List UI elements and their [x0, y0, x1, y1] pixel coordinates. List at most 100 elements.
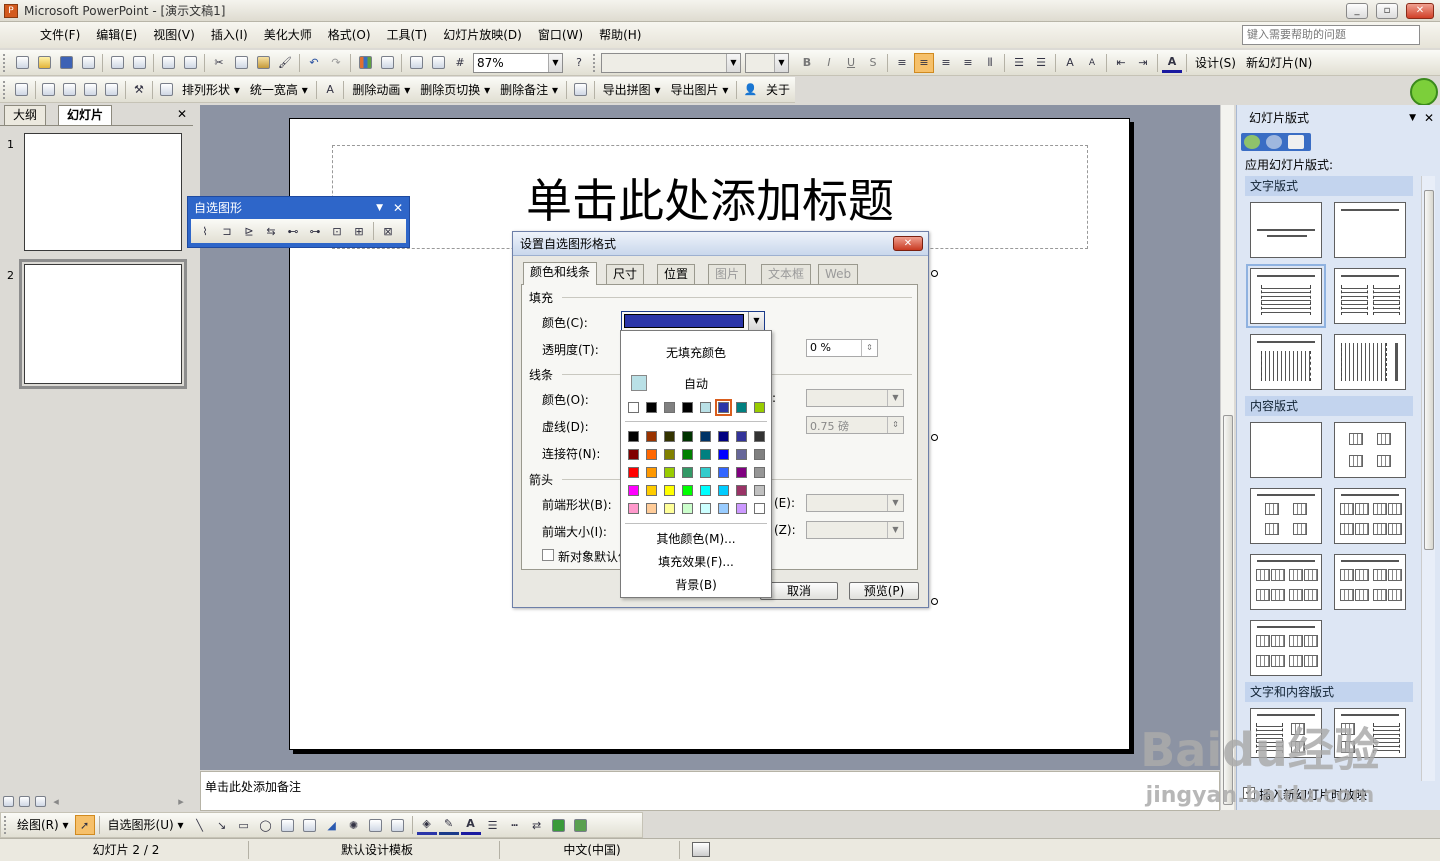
- more-shapes-tool-icon[interactable]: ⊠: [378, 221, 398, 241]
- user-icon[interactable]: 👤: [741, 80, 760, 100]
- color-swatch[interactable]: [664, 503, 675, 514]
- color-swatch[interactable]: [628, 431, 639, 442]
- justify-icon[interactable]: ≡: [958, 53, 978, 73]
- copy-icon[interactable]: [231, 53, 251, 73]
- open-icon[interactable]: [34, 53, 54, 73]
- font-name-select[interactable]: ▼: [601, 52, 741, 73]
- color-swatch[interactable]: [646, 449, 657, 460]
- delete-notes-button[interactable]: 删除备注 ▾: [495, 80, 563, 100]
- action-buttons-tool-icon[interactable]: ⊞: [349, 221, 369, 241]
- menu-slideshow[interactable]: 幻灯片放映(D): [435, 25, 530, 45]
- spelling-status-icon[interactable]: [692, 842, 710, 857]
- new-doc-icon[interactable]: [12, 80, 31, 100]
- tab-textbox[interactable]: 文本框: [761, 264, 812, 284]
- shadow-style-icon[interactable]: [549, 815, 569, 835]
- color-swatch[interactable]: [646, 503, 657, 514]
- print-preview-icon[interactable]: [129, 53, 149, 73]
- menu-beautify[interactable]: 美化大师: [256, 25, 320, 45]
- layout-icon[interactable]: [81, 80, 100, 100]
- permission-icon[interactable]: [78, 53, 98, 73]
- export-icon[interactable]: [571, 80, 590, 100]
- zoom-select[interactable]: 87% ▼: [473, 52, 563, 73]
- line-color-icon[interactable]: ✎: [438, 815, 459, 835]
- window-icon[interactable]: [102, 80, 121, 100]
- line-style-icon[interactable]: ☰: [483, 815, 503, 835]
- decrease-font-icon[interactable]: A: [1082, 53, 1102, 73]
- menu-view[interactable]: 视图(V): [145, 25, 203, 45]
- menu-format[interactable]: 格式(O): [320, 25, 379, 45]
- spinner-icon[interactable]: ⇕: [887, 417, 903, 433]
- color-swatch[interactable]: [646, 485, 657, 496]
- normal-view-icon[interactable]: [1, 791, 15, 811]
- chevron-down-icon[interactable]: ▼: [774, 53, 788, 72]
- color-swatch[interactable]: [718, 503, 729, 514]
- autoshapes-menu-button[interactable]: 自选图形(U) ▾: [103, 815, 189, 835]
- color-swatch[interactable]: [754, 467, 765, 478]
- lines-tool-icon[interactable]: ⌇: [195, 221, 215, 241]
- menu-edit[interactable]: 编辑(E): [88, 25, 145, 45]
- color-swatch[interactable]: [664, 449, 675, 460]
- tab-picture[interactable]: 图片: [708, 264, 747, 284]
- tab-size[interactable]: 尺寸: [606, 264, 645, 284]
- layout-blank[interactable]: [1250, 422, 1322, 478]
- cut-icon[interactable]: ✂: [209, 53, 229, 73]
- menu-help[interactable]: 帮助(H): [591, 25, 649, 45]
- wand-icon[interactable]: ⚒: [130, 80, 149, 100]
- vertical-textbox-icon[interactable]: [300, 815, 320, 835]
- color-swatch[interactable]: [628, 402, 639, 413]
- chevron-down-icon[interactable]: ▼: [887, 495, 903, 511]
- auto-color-option[interactable]: 自动: [621, 375, 771, 392]
- stars-banners-tool-icon[interactable]: ⊶: [305, 221, 325, 241]
- close-window-button[interactable]: ✕: [1406, 3, 1434, 19]
- home-icon[interactable]: [1288, 135, 1304, 149]
- scrollbar-thumb[interactable]: [1424, 190, 1434, 550]
- color-swatch[interactable]: [664, 402, 675, 413]
- color-swatch[interactable]: [682, 431, 693, 442]
- color-swatch[interactable]: [700, 449, 711, 460]
- end-style-select[interactable]: ▼: [806, 494, 904, 512]
- chevron-down-icon[interactable]: ▼: [748, 312, 764, 330]
- fill-effects-option[interactable]: 填充效果(F)...: [621, 553, 771, 570]
- expand-all-icon[interactable]: [406, 53, 426, 73]
- color-swatch[interactable]: [754, 431, 765, 442]
- chevron-down-icon[interactable]: ▼: [887, 390, 903, 406]
- forward-icon[interactable]: [1266, 135, 1282, 149]
- arrow-style-icon[interactable]: ⇄: [527, 815, 547, 835]
- insert-picture-icon[interactable]: [388, 815, 408, 835]
- format-painter-icon[interactable]: 🖌: [275, 53, 295, 73]
- tab-web[interactable]: Web: [818, 264, 859, 284]
- task-pane-scrollbar[interactable]: [1421, 176, 1435, 781]
- line-icon[interactable]: ╲: [190, 815, 210, 835]
- close-icon[interactable]: ✕: [177, 107, 187, 121]
- layout-title-4-content[interactable]: [1250, 620, 1322, 676]
- increase-font-icon[interactable]: A: [1060, 53, 1080, 73]
- color-swatch[interactable]: [628, 449, 639, 460]
- export-puzzle-button[interactable]: 导出拼图 ▾: [598, 80, 666, 100]
- font-size-select[interactable]: ▼: [745, 52, 789, 73]
- color-swatch[interactable]: [646, 467, 657, 478]
- toolbar-grip[interactable]: [3, 53, 7, 72]
- new-slide-button[interactable]: 新幻灯片(N): [1241, 53, 1317, 73]
- layout-vertical-title-text[interactable]: [1334, 334, 1406, 390]
- transparency-input[interactable]: 0 % ⇕: [806, 339, 878, 357]
- align-left-icon[interactable]: ≡: [892, 53, 912, 73]
- tab-slides[interactable]: 幻灯片: [58, 105, 113, 125]
- tab-colors-lines[interactable]: 颜色和线条: [523, 262, 598, 285]
- increase-indent-icon[interactable]: ⇥: [1133, 53, 1153, 73]
- color-swatch[interactable]: [736, 431, 747, 442]
- color-swatch[interactable]: [664, 431, 675, 442]
- textbox-icon[interactable]: [278, 815, 298, 835]
- grid-icon[interactable]: #: [450, 53, 470, 73]
- no-fill-option[interactable]: 无填充颜色: [621, 344, 771, 361]
- save-icon[interactable]: [56, 53, 76, 73]
- align-center-icon[interactable]: ≡: [914, 52, 934, 73]
- distribute-icon[interactable]: ⦀: [980, 53, 1000, 73]
- select-objects-icon[interactable]: ➚: [74, 815, 95, 835]
- close-icon[interactable]: ✕: [1424, 105, 1434, 131]
- color-swatch[interactable]: [700, 485, 711, 496]
- new-icon[interactable]: [12, 53, 32, 73]
- minimize-button[interactable]: _: [1346, 3, 1368, 19]
- color-swatch[interactable]: [718, 449, 729, 460]
- toolbar-grip[interactable]: [4, 816, 8, 834]
- layout-title-content-2-content[interactable]: [1250, 554, 1322, 610]
